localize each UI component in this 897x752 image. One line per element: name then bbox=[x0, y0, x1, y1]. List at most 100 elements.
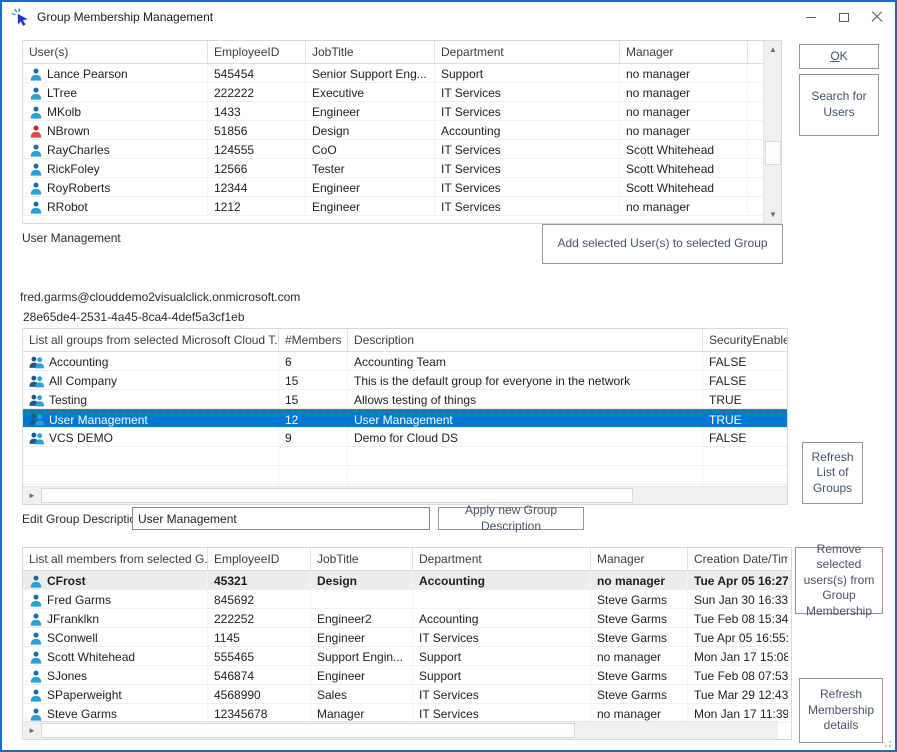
member-creation-date: Tue Apr 05 16:27: bbox=[688, 571, 788, 589]
members-table-horizontal-scrollbar[interactable] bbox=[23, 721, 778, 739]
member-name: CFrost bbox=[47, 574, 86, 588]
column-header-jobtitle[interactable]: JobTitle bbox=[311, 548, 413, 570]
group-description-input[interactable] bbox=[132, 507, 430, 530]
member-department: Accounting bbox=[413, 609, 591, 627]
column-header-creation-date[interactable]: Creation Date/Tim bbox=[688, 548, 788, 570]
apply-group-description-button[interactable]: Apply new Group Description bbox=[438, 507, 584, 530]
column-header-description[interactable]: Description bbox=[348, 329, 703, 351]
member-manager: no manager bbox=[591, 647, 688, 665]
group-icon bbox=[29, 413, 45, 426]
group-security-enabled: TRUE bbox=[703, 390, 787, 408]
user-job-title: CoO bbox=[306, 140, 435, 158]
close-icon bbox=[871, 11, 883, 23]
column-header-employeeid[interactable]: EmployeeID bbox=[208, 548, 311, 570]
user-department: Support bbox=[435, 64, 620, 82]
column-header-department[interactable]: Department bbox=[413, 548, 591, 570]
scroll-right-icon[interactable] bbox=[23, 722, 41, 739]
group-row[interactable]: VCS DEMO 9 Demo for Cloud DS FALSE bbox=[23, 428, 787, 447]
group-row[interactable]: All Company 15 This is the default group… bbox=[23, 371, 787, 390]
minimize-button[interactable] bbox=[794, 2, 827, 32]
user-job-title: Executive bbox=[306, 83, 435, 101]
group-row[interactable] bbox=[23, 447, 787, 466]
column-header-employeeid[interactable]: EmployeeID bbox=[208, 41, 306, 63]
add-users-to-group-button[interactable]: Add selected User(s) to selected Group bbox=[542, 224, 783, 264]
user-row[interactable]: RoyRoberts 12344 Engineer IT Services Sc… bbox=[23, 178, 765, 197]
search-for-users-button[interactable]: Search for Users bbox=[799, 74, 879, 136]
user-row[interactable]: RRobot 1212 Engineer IT Services no mana… bbox=[23, 197, 765, 216]
refresh-membership-details-button[interactable]: Refresh Membership details bbox=[799, 678, 883, 743]
group-row[interactable]: User Management 12 User Management TRUE bbox=[23, 409, 787, 428]
resize-grip[interactable] bbox=[881, 737, 891, 747]
user-job-title: Tester bbox=[306, 159, 435, 177]
group-membership-management-window: Group Membership Management User(s) Empl… bbox=[0, 0, 897, 752]
user-row[interactable]: LTree 222222 Executive IT Services no ma… bbox=[23, 83, 765, 102]
user-icon bbox=[29, 144, 43, 157]
scrollbar-thumb[interactable] bbox=[41, 488, 633, 503]
column-header-members[interactable]: List all members from selected G... bbox=[23, 548, 208, 570]
member-row[interactable]: SConwell 1145 Engineer IT Services Steve… bbox=[23, 628, 791, 647]
group-row[interactable] bbox=[23, 466, 787, 485]
maximize-button[interactable] bbox=[827, 2, 860, 32]
user-row[interactable]: RayCharles 124555 CoO IT Services Scott … bbox=[23, 140, 765, 159]
member-manager: Steve Garms bbox=[591, 628, 688, 646]
close-button[interactable] bbox=[860, 2, 893, 32]
member-manager: Steve Garms bbox=[591, 590, 688, 608]
column-header-manager[interactable]: Manager bbox=[591, 548, 688, 570]
member-row[interactable]: Fred Garms 845692 Steve Garms Sun Jan 30… bbox=[23, 590, 791, 609]
users-table-vertical-scrollbar[interactable] bbox=[763, 41, 781, 223]
group-member-count: 12 bbox=[279, 410, 348, 427]
user-row[interactable]: Lance Pearson 545454 Senior Support Eng.… bbox=[23, 64, 765, 83]
column-header-jobtitle[interactable]: JobTitle bbox=[306, 41, 435, 63]
groups-table: List all groups from selected Microsoft … bbox=[22, 328, 788, 505]
member-row[interactable]: SJones 546874 Engineer Support Steve Gar… bbox=[23, 666, 791, 685]
group-icon bbox=[29, 356, 45, 369]
member-creation-date: Tue Feb 08 07:53: bbox=[688, 666, 788, 684]
column-header-members-count[interactable]: #Members bbox=[279, 329, 348, 351]
user-employee-id: 1433 bbox=[208, 102, 306, 120]
users-table: User(s) EmployeeID JobTitle Department M… bbox=[22, 40, 782, 224]
column-header-groups[interactable]: List all groups from selected Microsoft … bbox=[23, 329, 279, 351]
column-header-manager[interactable]: Manager bbox=[620, 41, 748, 63]
group-row[interactable]: Testing 15 Allows testing of things TRUE bbox=[23, 390, 787, 409]
member-department: IT Services bbox=[413, 704, 591, 722]
member-row[interactable]: JFranklkn 222252 Engineer2 Accounting St… bbox=[23, 609, 791, 628]
group-security-enabled: FALSE bbox=[703, 371, 787, 389]
column-header-department[interactable]: Department bbox=[435, 41, 620, 63]
group-description: User Management bbox=[348, 410, 703, 427]
member-row[interactable]: Scott Whitehead 555465 Support Engin... … bbox=[23, 647, 791, 666]
user-department: IT Services bbox=[435, 102, 620, 120]
member-row[interactable]: SPaperweight 4568990 Sales IT Services S… bbox=[23, 685, 791, 704]
user-row[interactable]: MKolb 1433 Engineer IT Services no manag… bbox=[23, 102, 765, 121]
user-row[interactable]: NBrown 51856 Design Accounting no manage… bbox=[23, 121, 765, 140]
user-employee-id: 545454 bbox=[208, 64, 306, 82]
user-icon bbox=[29, 689, 43, 702]
refresh-list-of-groups-button[interactable]: Refresh List of Groups bbox=[802, 442, 863, 504]
group-row[interactable]: Accounting 6 Accounting Team FALSE bbox=[23, 352, 787, 371]
scroll-down-icon[interactable] bbox=[764, 206, 782, 223]
groups-table-horizontal-scrollbar[interactable] bbox=[23, 486, 787, 504]
group-name: VCS DEMO bbox=[49, 431, 113, 445]
user-icon bbox=[29, 651, 43, 664]
group-description: This is the default group for everyone i… bbox=[348, 371, 703, 389]
remove-users-from-group-button[interactable]: Remove selected users(s) from Group Memb… bbox=[795, 547, 883, 614]
groups-table-body: Accounting 6 Accounting Team FALSE All C… bbox=[23, 352, 787, 485]
users-table-header: User(s) EmployeeID JobTitle Department M… bbox=[23, 41, 765, 64]
user-icon bbox=[29, 125, 43, 138]
user-row[interactable]: RickFoley 12566 Tester IT Services Scott… bbox=[23, 159, 765, 178]
member-employee-id: 1145 bbox=[208, 628, 311, 646]
scrollbar-thumb[interactable] bbox=[765, 141, 781, 165]
user-employee-id: 51856 bbox=[208, 121, 306, 139]
user-icon bbox=[29, 575, 43, 588]
column-header-users[interactable]: User(s) bbox=[23, 41, 208, 63]
scrollbar-thumb[interactable] bbox=[41, 723, 575, 738]
titlebar: Group Membership Management bbox=[2, 2, 895, 32]
user-manager: no manager bbox=[620, 102, 748, 120]
scroll-up-icon[interactable] bbox=[764, 41, 782, 58]
member-name: SPaperweight bbox=[47, 688, 122, 702]
user-department: Accounting bbox=[435, 121, 620, 139]
scroll-right-icon[interactable] bbox=[23, 487, 41, 504]
group-member-count: 6 bbox=[279, 352, 348, 370]
ok-button[interactable]: OK bbox=[799, 44, 879, 69]
member-row[interactable]: CFrost 45321 Design Accounting no manage… bbox=[23, 571, 791, 590]
column-header-security-enabled[interactable]: SecurityEnable bbox=[703, 329, 787, 351]
